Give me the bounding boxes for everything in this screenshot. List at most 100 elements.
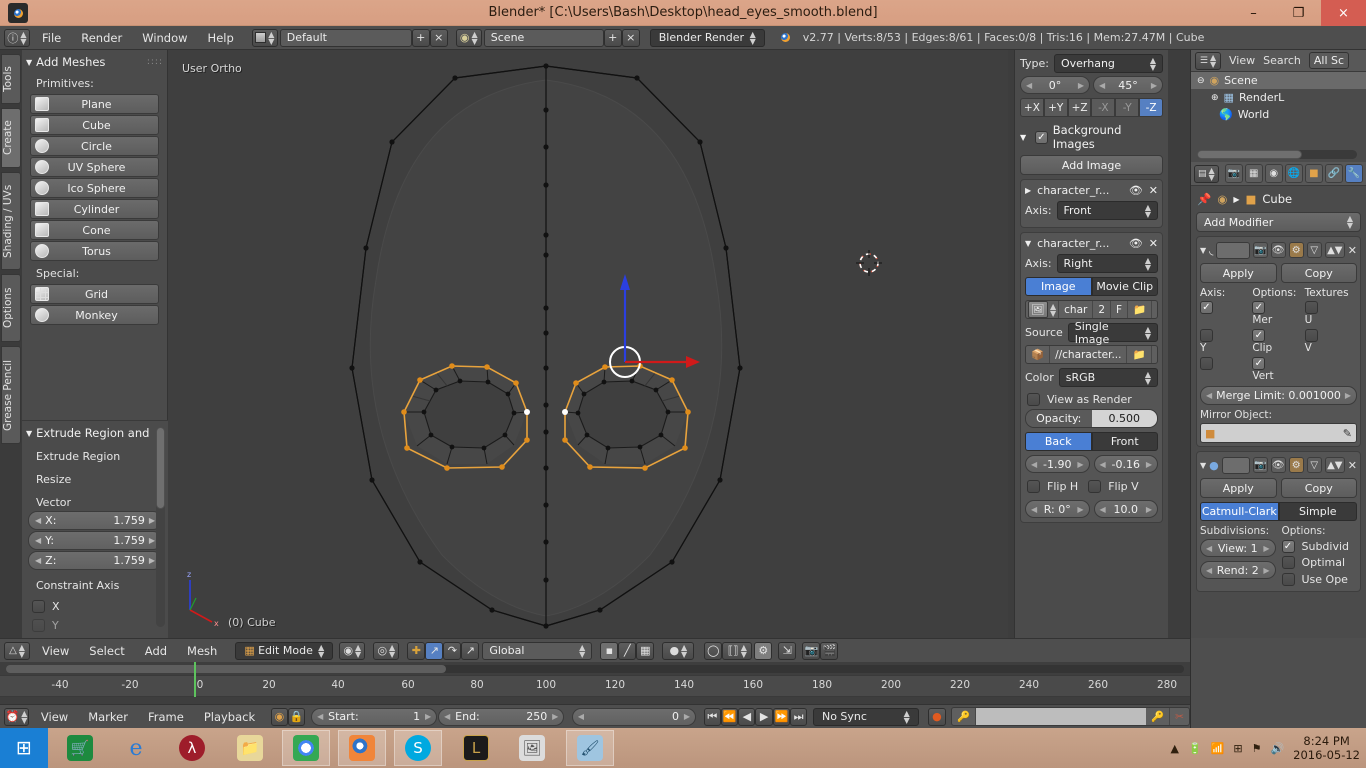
taskbar-clock[interactable]: 8:24 PM 2016-05-12: [1293, 734, 1360, 762]
subsurf-view-field[interactable]: ◀ View: 1 ▶: [1200, 539, 1276, 557]
collapse-triangle-icon[interactable]: ▼: [1200, 246, 1206, 255]
rotation-field[interactable]: ◀ R: 0° ▶: [1025, 500, 1090, 518]
decrement-arrow-icon[interactable]: ◀: [444, 712, 450, 721]
edge-select-mode-icon[interactable]: ╱: [618, 641, 637, 660]
snap-element-icon[interactable]: ⟦⟧ ▲ ▼: [722, 641, 753, 660]
on-cage-icon[interactable]: ▽: [1306, 457, 1322, 473]
subdivide-uvs-checkbox[interactable]: ✓: [1281, 540, 1295, 553]
image-users-count[interactable]: 2: [1093, 301, 1112, 318]
network-signal-icon[interactable]: 📶: [1211, 742, 1225, 755]
mirror-texture-v-checkbox[interactable]: [1304, 329, 1318, 342]
subsurf-optimal-display-row[interactable]: Optimal: [1281, 554, 1358, 571]
face-select-mode-icon[interactable]: ▦: [636, 641, 655, 660]
increment-arrow-icon[interactable]: ▶: [149, 556, 155, 565]
keying-set-value[interactable]: [976, 708, 1147, 725]
increment-arrow-icon[interactable]: ▶: [149, 536, 155, 545]
sidebar-item-grease-pencil[interactable]: Grease Pencil: [1, 346, 21, 444]
image-unlink-icon[interactable]: ✕: [1152, 301, 1157, 318]
image-filepath[interactable]: //character...: [1050, 346, 1128, 363]
transform-orientation-select[interactable]: Global ▲ ▼: [482, 641, 593, 660]
subsurf-catmull-clark-button[interactable]: Catmull-Clark: [1200, 502, 1279, 521]
decrement-arrow-icon[interactable]: ◀: [578, 712, 584, 721]
visibility-eye-icon[interactable]: 👁: [1129, 184, 1143, 197]
source-movie-clip-button[interactable]: Movie Clip: [1091, 277, 1158, 296]
type-dropdown[interactable]: Overhang ▲ ▼: [1053, 54, 1163, 73]
increment-arrow-icon[interactable]: ▶: [1077, 460, 1083, 469]
increment-arrow-icon[interactable]: ▶: [1263, 544, 1269, 553]
scale-manipulator-icon[interactable]: ↗: [461, 641, 480, 660]
viewport-shading-icon[interactable]: ◉ ▲ ▼: [339, 641, 366, 660]
outliner-horizontal-scrollbar[interactable]: [1197, 150, 1357, 159]
outliner-menu-view[interactable]: View: [1229, 54, 1255, 67]
image-source-row[interactable]: Source Single Image ▲ ▼: [1025, 320, 1158, 346]
vector-z-field[interactable]: ◀ Z: 1.759 ▶: [28, 551, 162, 570]
play-reverse-icon[interactable]: ◀: [738, 707, 756, 726]
render-opengl-animation-icon[interactable]: 🎬: [820, 641, 839, 660]
scene-browse-icon[interactable]: ◉ ▲ ▼: [455, 28, 482, 47]
timeline-menu-frame[interactable]: Frame: [138, 707, 194, 727]
mirror-axis-z-checkbox[interactable]: [1200, 357, 1213, 370]
mirror-apply-button[interactable]: Apply: [1200, 263, 1277, 283]
move-modifier-icon[interactable]: ▲▼: [1324, 457, 1345, 473]
visibility-eye-icon[interactable]: 👁: [1129, 237, 1143, 250]
editor-type-info-icon[interactable]: ⓘ ▲ ▼: [4, 28, 30, 47]
render-engine-select[interactable]: Blender Render ▲ ▼: [649, 28, 765, 47]
viewport-menu-add[interactable]: Add: [135, 641, 177, 661]
subsurf-modifier-header[interactable]: ▼ ● 📷 👁 ⚙ ▽ ▲▼ ✕: [1200, 455, 1357, 475]
operator-scrollbar-thumb[interactable]: [156, 427, 165, 509]
render-tab-icon[interactable]: 📷: [1224, 164, 1243, 183]
viewport-visibility-icon[interactable]: 👁: [1270, 457, 1286, 473]
sidebar-item-options[interactable]: Options: [1, 274, 21, 342]
eyedropper-icon[interactable]: ✎: [1343, 427, 1352, 440]
increment-arrow-icon[interactable]: ▶: [1078, 81, 1084, 90]
add-image-button[interactable]: Add Image: [1020, 155, 1163, 175]
open-file-icon[interactable]: 📁: [1127, 346, 1152, 363]
close-button[interactable]: ×: [1321, 0, 1366, 26]
subsurf-apply-button[interactable]: Apply: [1200, 478, 1277, 498]
merge-limit-field[interactable]: ◀ Merge Limit: 0.001000 ▶: [1200, 386, 1357, 405]
outliner-display-mode[interactable]: All Sc: [1308, 52, 1350, 69]
delete-modifier-icon[interactable]: ✕: [1348, 244, 1357, 257]
increment-arrow-icon[interactable]: ▶: [1146, 505, 1152, 514]
constraint-x-checkbox[interactable]: [32, 600, 45, 613]
increment-arrow-icon[interactable]: ▶: [1345, 391, 1351, 400]
timeline-menu-view[interactable]: View: [31, 707, 78, 727]
taskbar-item-photos[interactable]: 🖼: [508, 730, 556, 766]
axis-plus-y-button[interactable]: +Y: [1043, 98, 1068, 117]
viewport-visibility-icon[interactable]: 👁: [1270, 242, 1286, 258]
decrement-arrow-icon[interactable]: ◀: [1100, 505, 1106, 514]
subsurf-use-opensubdiv-row[interactable]: Use Ope: [1281, 571, 1358, 588]
subsurf-render-field[interactable]: ◀ Rend: 2 ▶: [1200, 561, 1276, 579]
mesh-display-overlay-icon[interactable]: ⇲: [778, 641, 797, 660]
proportional-edit-icon[interactable]: ● ▲ ▼: [662, 641, 695, 660]
manipulator-toggle-icon[interactable]: ✚: [407, 641, 426, 660]
vector-x-field[interactable]: ◀ X: 1.759 ▶: [28, 511, 162, 530]
mirror-axis-y-checkbox[interactable]: [1200, 329, 1213, 342]
expand-minus-icon[interactable]: ⊖: [1197, 76, 1205, 86]
sync-mode-select[interactable]: No Sync ▲ ▼: [812, 707, 919, 726]
constraint-y-row[interactable]: Y: [22, 616, 168, 635]
reload-image-icon[interactable]: ↻: [1152, 346, 1158, 363]
flip-v-row[interactable]: Flip V: [1088, 477, 1139, 496]
previous-keyframe-icon[interactable]: ⏪: [720, 707, 739, 726]
mirror-copy-button[interactable]: Copy: [1280, 263, 1357, 283]
sidebar-item-shading-uvs[interactable]: Shading / UVs: [1, 172, 21, 270]
taskbar-item-chrome[interactable]: [282, 730, 330, 766]
render-opengl-image-icon[interactable]: 📷: [802, 641, 821, 660]
next-keyframe-icon[interactable]: ⏩: [772, 707, 790, 726]
increment-arrow-icon[interactable]: ▶: [149, 516, 155, 525]
add-monkey-button[interactable]: Monkey: [30, 305, 159, 325]
screen-layout-field[interactable]: Default: [279, 28, 412, 47]
delete-screen-layout-button[interactable]: ×: [429, 28, 448, 47]
render-visibility-icon[interactable]: 📷: [1252, 242, 1268, 258]
pivot-point-icon[interactable]: ◎ ▲ ▼: [373, 641, 400, 660]
world-tab-icon[interactable]: 🌐: [1284, 164, 1303, 183]
decrement-arrow-icon[interactable]: ◀: [35, 556, 41, 565]
decrement-arrow-icon[interactable]: ◀: [1031, 460, 1037, 469]
view-as-render-row[interactable]: View as Render: [1025, 390, 1158, 409]
auto-keyframe-icon[interactable]: ◉: [270, 707, 289, 726]
taskbar-item-file-explorer[interactable]: 📁: [226, 730, 274, 766]
overhang-type-row[interactable]: Type: Overhang ▲ ▼: [1020, 54, 1163, 73]
editor-type-3dview-icon[interactable]: △ ▲ ▼: [4, 641, 30, 660]
taskbar-item-skype[interactable]: S: [394, 730, 442, 766]
